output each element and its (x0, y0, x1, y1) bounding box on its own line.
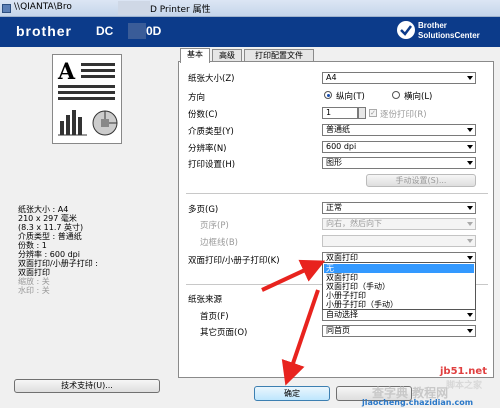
collate-checkbox[interactable]: ✓ (369, 109, 377, 117)
chevron-down-icon (467, 256, 473, 260)
media-type-label: 介质类型(Y) (188, 127, 234, 137)
duplex-option[interactable]: 双面打印（手动） (324, 282, 474, 291)
summary-line: 双面打印 (18, 268, 50, 277)
duplex-options-list: 无 双面打印 双面打印（手动） 小册子打印 小册子打印（手动） (322, 262, 476, 310)
duplex-option[interactable]: 小册子打印（手动） (324, 300, 474, 309)
summary-line: 份数 : 1 (18, 241, 47, 250)
summary-line-disabled: 水印 : 关 (18, 286, 50, 295)
first-page-label: 首页(F) (200, 312, 229, 322)
summary-line: 210 x 297 毫米 (18, 214, 77, 223)
chevron-down-icon (467, 222, 473, 226)
summary-line-disabled: 缩放 : 关 (18, 277, 50, 286)
solutions-center-icon[interactable] (396, 20, 416, 40)
ok-button[interactable]: 确定 (254, 386, 330, 401)
copies-input[interactable]: 1 (322, 107, 358, 119)
summary-line: 纸张大小 : A4 (18, 205, 69, 214)
title-redaction (118, 1, 150, 15)
manual-settings-button[interactable]: 手动设置(S)... (366, 174, 476, 187)
solutions-center-line2: SolutionsCenter (418, 31, 480, 40)
chevron-down-icon (467, 313, 473, 317)
multipage-value: 正常 (326, 203, 342, 212)
media-type-value: 普通纸 (326, 125, 350, 134)
paper-size-label: 纸张大小(Z) (188, 74, 235, 84)
multipage-select[interactable]: 正常 (322, 202, 476, 214)
page-order-label: 页序(P) (200, 221, 229, 231)
chevron-down-icon (467, 329, 473, 333)
page-order-value: 向右，然后向下 (326, 219, 382, 228)
solutions-center-link[interactable]: Brother SolutionsCenter (418, 21, 480, 41)
landscape-radio[interactable] (392, 91, 400, 99)
summary-line: 介质类型 : 普通纸 (18, 232, 82, 241)
watermark-url: jiaocheng.chazidian.com (362, 398, 474, 407)
print-settings-select[interactable]: 图形 (322, 157, 476, 169)
watermark-brand: 脚本之家 (446, 381, 483, 391)
summary-line: 双面打印/小册子打印 : (18, 259, 98, 268)
multipage-label: 多页(G) (188, 205, 219, 215)
media-type-select[interactable]: 普通纸 (322, 124, 476, 136)
paper-size-value: A4 (326, 73, 337, 82)
other-pages-label: 其它页面(O) (200, 328, 248, 338)
solutions-center-line1: Brother (418, 21, 447, 30)
chevron-down-icon (467, 145, 473, 149)
border-line-select[interactable] (322, 235, 476, 247)
chevron-down-icon (467, 76, 473, 80)
summary-line: (8.3 x 11.7 英寸) (18, 223, 84, 232)
resolution-select[interactable]: 600 dpi (322, 141, 476, 153)
collate-label: 逐份打印(R) (380, 110, 427, 120)
paper-source-label: 纸张来源 (188, 295, 223, 305)
duplex-option[interactable]: 双面打印 (324, 273, 474, 282)
first-page-select[interactable]: 自动选择 (322, 309, 476, 321)
page-preview: A (52, 54, 122, 144)
chevron-down-icon (467, 239, 473, 243)
watermark-site: jb51.net (440, 366, 487, 377)
print-settings-value: 图形 (326, 158, 342, 167)
resolution-value: 600 dpi (326, 142, 357, 151)
window-title-suffix: D Printer 属性 (150, 5, 211, 15)
other-pages-value: 同首页 (326, 326, 350, 335)
other-pages-select[interactable]: 同首页 (322, 325, 476, 337)
printer-icon (2, 4, 11, 13)
window-title-prefix: \\QIANTA\Bro (14, 2, 72, 12)
chevron-down-icon (467, 206, 473, 210)
border-line-label: 边框线(B) (200, 238, 238, 248)
orientation-label: 方向 (188, 93, 206, 103)
section-divider (186, 193, 488, 194)
model-suffix: 0D (146, 24, 162, 38)
summary-pane: A 纸张大小 : A4 210 x 297 毫米 (8.3 x 11.7 英寸)… (0, 47, 174, 408)
duplex-option[interactable]: 无 (324, 264, 474, 273)
chevron-down-icon (467, 161, 473, 165)
document-preview-icon: A (57, 59, 118, 136)
brother-logo: brother (16, 23, 72, 39)
duplex-option[interactable]: 小册子打印 (324, 291, 474, 300)
model-redaction (128, 23, 146, 39)
page-order-select[interactable]: 向右，然后向下 (322, 218, 476, 230)
first-page-value: 自动选择 (326, 310, 358, 319)
duplex-value: 双面打印 (326, 253, 358, 262)
summary-line: 分辨率 : 600 dpi (18, 250, 80, 259)
window-titlebar[interactable]: \\QIANTA\Bro D Printer 属性 (0, 0, 500, 17)
landscape-label: 横向(L) (404, 92, 433, 102)
portrait-radio[interactable] (324, 91, 332, 99)
print-settings-label: 打印设置(H) (188, 160, 236, 170)
portrait-label: 纵向(T) (336, 92, 365, 102)
resolution-label: 分辨率(N) (188, 144, 227, 154)
copies-label: 份数(C) (188, 110, 218, 120)
settings-summary: 纸张大小 : A4 210 x 297 毫米 (8.3 x 11.7 英寸) 介… (18, 205, 98, 295)
duplex-label: 双面打印/小册子打印(K) (188, 256, 280, 266)
svg-text:A: A (57, 59, 76, 85)
paper-size-select[interactable]: A4 (322, 72, 476, 84)
brand-banner: brother DC 0D Brother SolutionsCenter (0, 17, 500, 47)
chevron-down-icon (467, 128, 473, 132)
copies-stepper[interactable] (358, 107, 366, 119)
model-prefix: DC (96, 24, 114, 38)
support-button[interactable]: 技术支持(U)... (14, 379, 160, 393)
tab-basic[interactable]: 基本 (180, 48, 210, 63)
